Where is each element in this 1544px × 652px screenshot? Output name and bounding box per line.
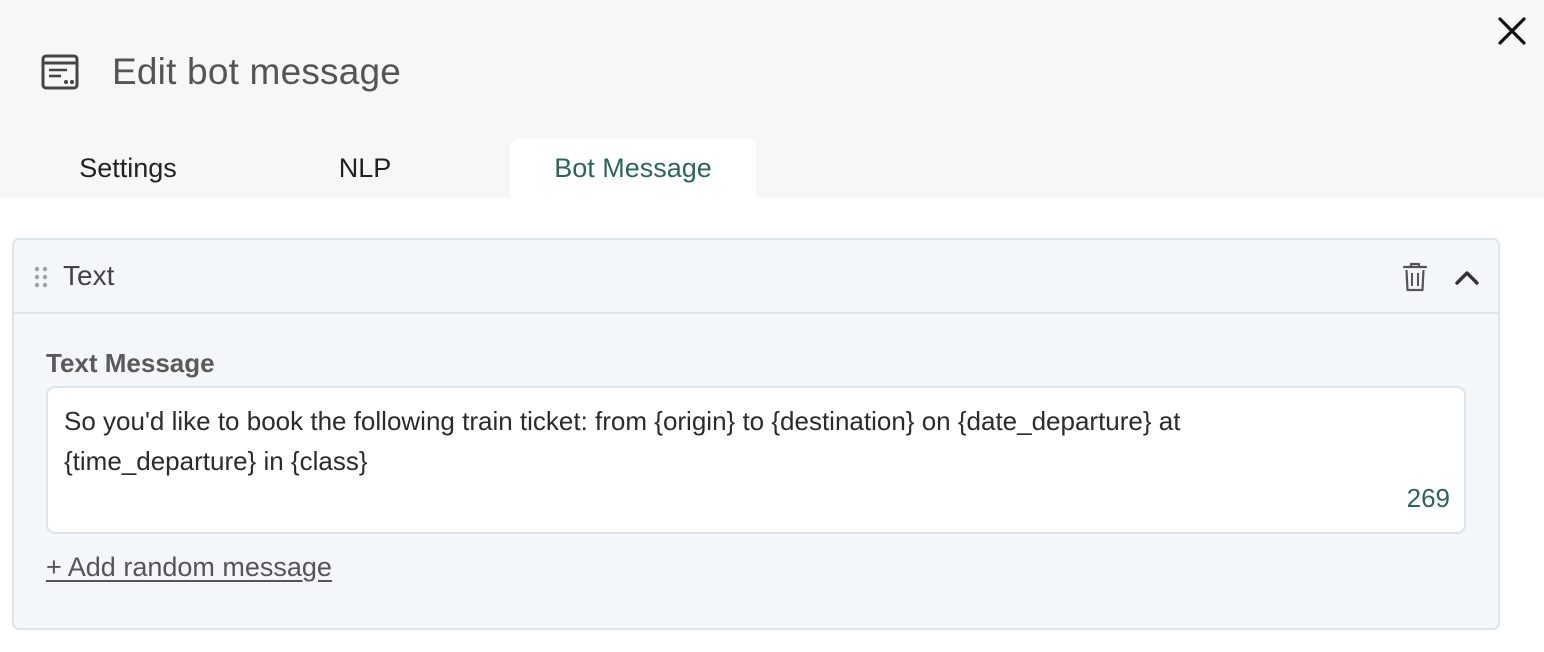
text-block-card: Text Text Message So you'd like to book … xyxy=(12,238,1500,630)
text-block-title: Text xyxy=(63,260,115,291)
text-message-label: Text Message xyxy=(46,348,215,378)
dialog-title: Edit bot message xyxy=(112,51,402,92)
close-icon[interactable] xyxy=(1494,13,1530,49)
trash-icon[interactable] xyxy=(1402,262,1428,292)
text-message-field[interactable]: So you'd like to book the following trai… xyxy=(46,386,1466,534)
drag-handle-icon[interactable] xyxy=(34,266,48,288)
text-message-value[interactable]: So you'd like to book the following trai… xyxy=(64,401,1444,481)
character-count: 269 xyxy=(1406,483,1450,513)
text-block-header: Text xyxy=(14,240,1498,314)
dialog-header: Edit bot message Settings NLP Bot Messag… xyxy=(0,0,1544,198)
bot-message-icon xyxy=(41,54,79,90)
add-random-message-link[interactable]: + Add random message xyxy=(46,550,332,584)
tab-settings[interactable]: Settings xyxy=(40,138,216,198)
chevron-up-icon[interactable] xyxy=(1452,264,1482,290)
tab-bot-message[interactable]: Bot Message xyxy=(510,138,756,198)
tab-nlp[interactable]: NLP xyxy=(276,138,454,198)
